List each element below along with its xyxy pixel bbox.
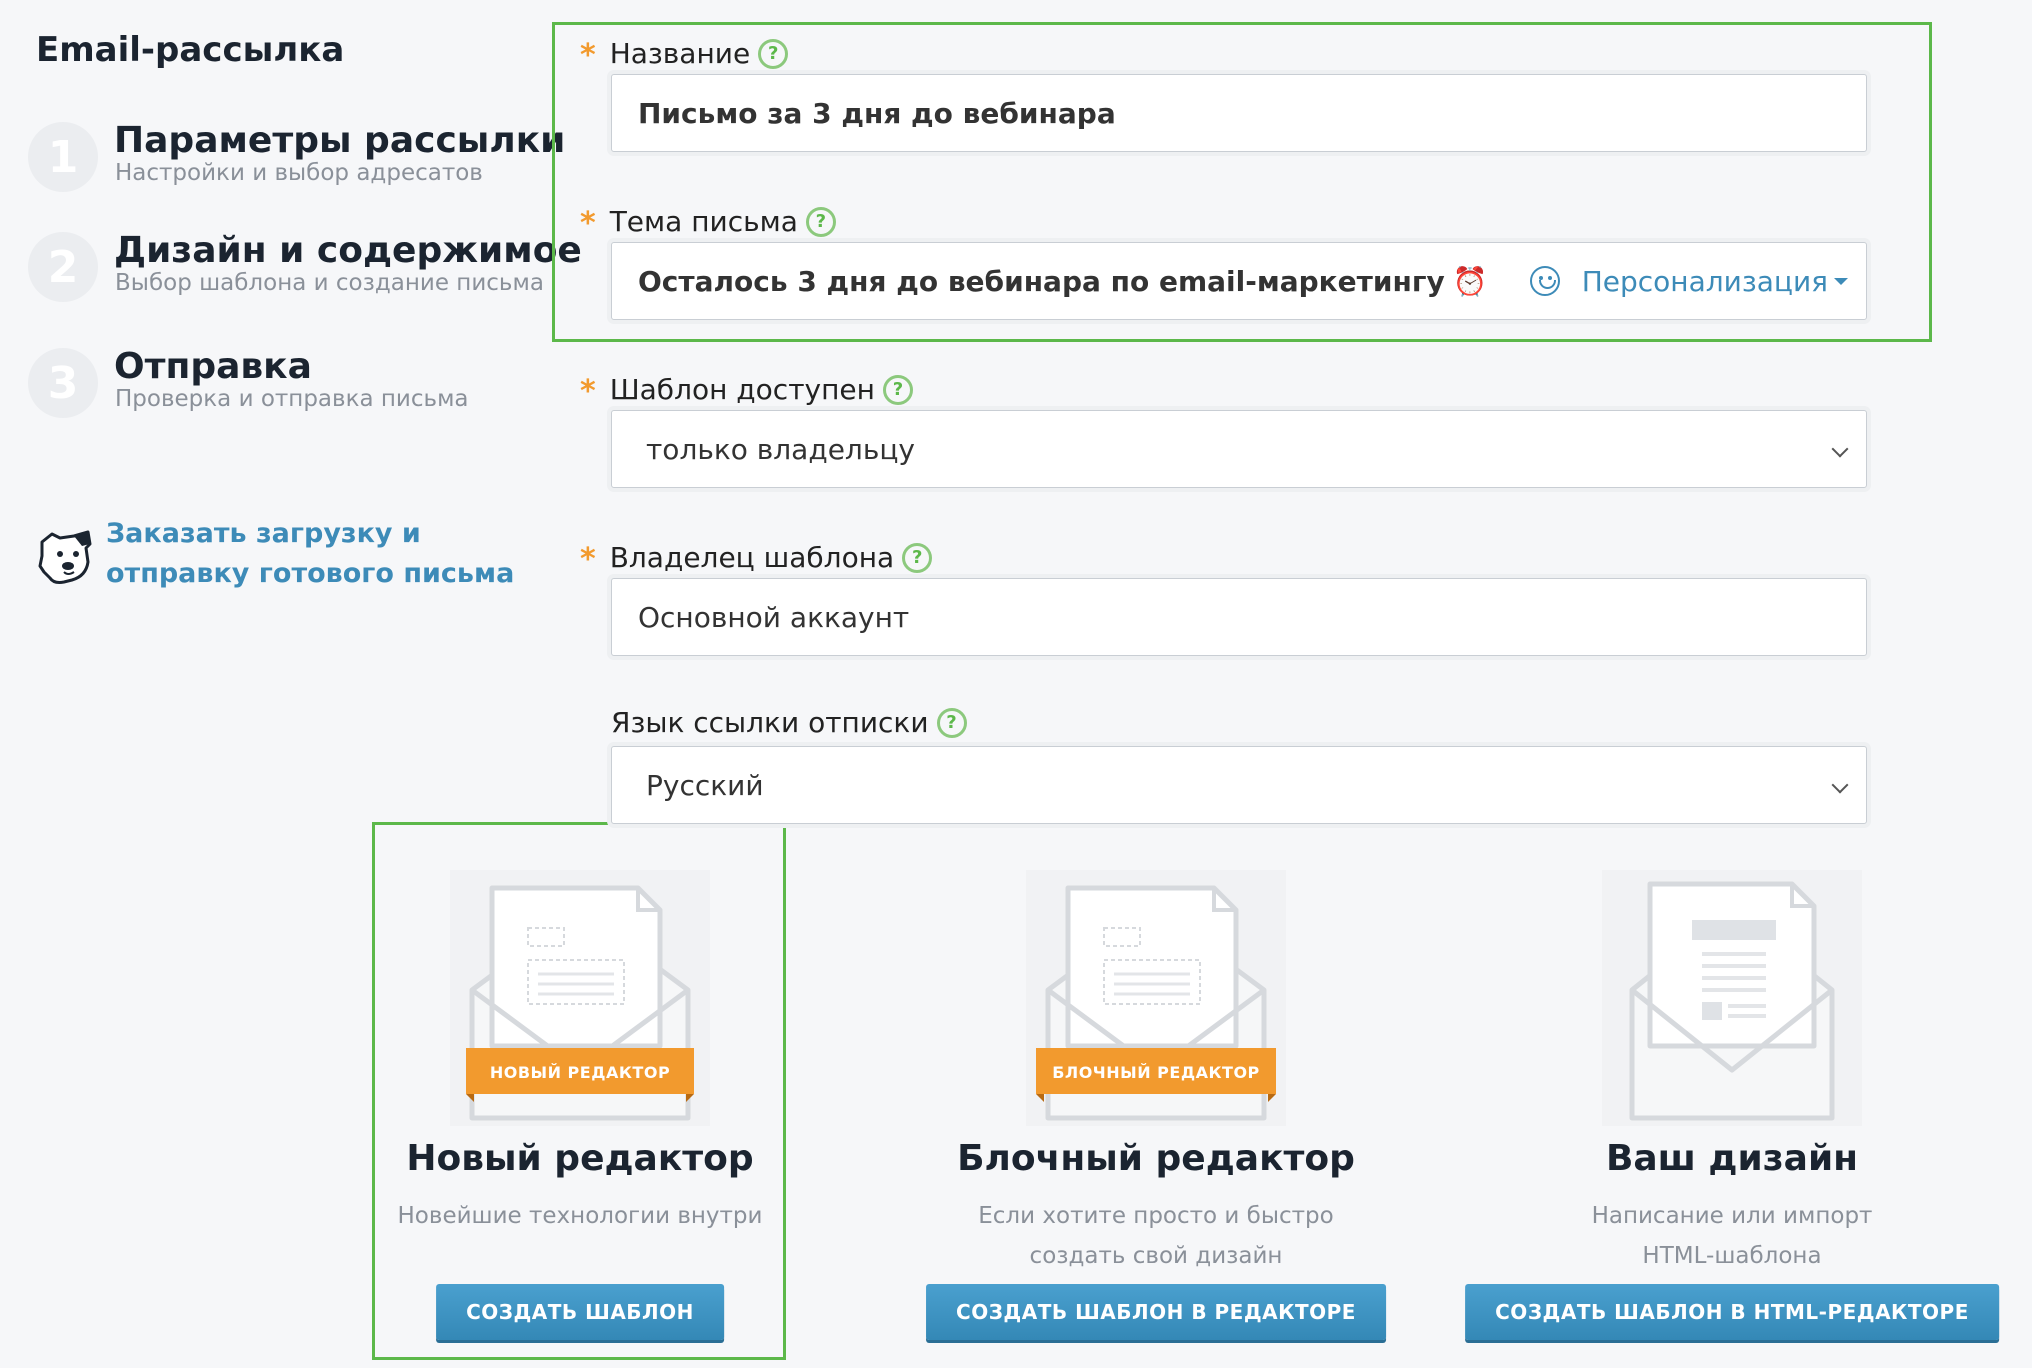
unsubscribe-lang-label: Язык ссылки отписки ? — [611, 706, 967, 739]
subject-input[interactable]: Осталось 3 дня до вебинара по email-марк… — [611, 242, 1867, 320]
template-access-label: * Шаблон доступен ? — [580, 370, 913, 409]
envelope-template-icon: НОВЫЙ РЕДАКТОР — [450, 870, 710, 1126]
create-in-html-editor-button[interactable]: СОЗДАТЬ ШАБЛОН В HTML-РЕДАКТОРЕ — [1465, 1284, 1999, 1340]
help-icon[interactable]: ? — [902, 542, 933, 573]
template-description-line: Написание или импорт — [1591, 1203, 1873, 1229]
required-mark: * — [580, 374, 596, 409]
help-icon[interactable]: ? — [882, 374, 913, 405]
template-description-line: Если хотите просто и быстро — [978, 1203, 1334, 1229]
step-title: Отправка — [114, 346, 312, 387]
template-badge: БЛОЧНЫЙ РЕДАКТОР — [1052, 1063, 1260, 1082]
template-owner-label-text: Владелец шаблона — [609, 541, 895, 574]
template-owner-label: * Владелец шаблона ? — [580, 538, 933, 577]
template-title: Ваш дизайн — [1605, 1138, 1859, 1179]
required-mark: * — [580, 542, 596, 577]
page-title: Email-рассылка — [36, 30, 345, 70]
template-access-label-text: Шаблон доступен — [609, 373, 875, 406]
name-label-text: Название — [609, 37, 751, 70]
unsubscribe-lang-select[interactable]: Русский — [611, 746, 1867, 824]
envelope-template-icon: БЛОЧНЫЙ РЕДАКТОР — [1026, 870, 1286, 1126]
template-description: Если хотите просто и быстро создать свой… — [896, 1196, 1416, 1276]
template-card-block-editor: БЛОЧНЫЙ РЕДАКТОР Блочный редактор Если х… — [896, 870, 1416, 1350]
step-design-content[interactable]: 2 Дизайн и содержимое Выбор шаблона и со… — [28, 230, 582, 312]
step-subtitle: Выбор шаблона и создание письма — [115, 270, 544, 296]
subject-label-text: Тема письма — [609, 205, 798, 238]
template-access-value: только владельцу — [646, 432, 915, 466]
subject-label: * Тема письма ? — [580, 202, 836, 241]
help-icon[interactable]: ? — [805, 206, 836, 237]
template-description-line: HTML-шаблона — [1642, 1243, 1822, 1269]
template-description-line: создать свой дизайн — [1029, 1243, 1283, 1269]
template-title: Новый редактор — [406, 1138, 754, 1179]
template-owner-value: Основной аккаунт — [638, 600, 910, 634]
step-subtitle: Настройки и выбор адресатов — [115, 160, 483, 186]
order-upload-link[interactable]: Заказать загрузку и отправку готового пи… — [34, 514, 554, 604]
caret-down-icon — [1834, 277, 1848, 285]
unsubscribe-lang-label-text: Язык ссылки отписки — [611, 706, 929, 739]
required-mark: * — [580, 206, 596, 241]
name-input[interactable]: Письмо за 3 дня до вебинара — [611, 74, 1867, 152]
step-campaign-settings[interactable]: 1 Параметры рассылки Настройки и выбор а… — [28, 120, 565, 202]
create-template-button[interactable]: СОЗДАТЬ ШАБЛОН — [436, 1284, 724, 1340]
template-badge: НОВЫЙ РЕДАКТОР — [490, 1063, 670, 1082]
step-title: Дизайн и содержимое — [114, 230, 582, 271]
chevron-down-icon — [1831, 440, 1849, 458]
template-description-line: Новейшие технологии внутри — [397, 1203, 763, 1229]
name-label: * Название ? — [580, 34, 789, 73]
template-owner-input[interactable]: Основной аккаунт — [611, 578, 1867, 656]
template-description: Новейшие технологии внутри — [320, 1196, 840, 1236]
help-icon[interactable]: ? — [758, 38, 789, 69]
required-mark: * — [580, 38, 596, 73]
template-access-select[interactable]: только владельцу — [611, 410, 1867, 488]
help-icon[interactable]: ? — [936, 707, 967, 738]
create-in-editor-button[interactable]: СОЗДАТЬ ШАБЛОН В РЕДАКТОРЕ — [926, 1284, 1386, 1340]
step-subtitle: Проверка и отправка письма — [115, 386, 469, 412]
template-description: Написание или импорт HTML-шаблона — [1472, 1196, 1992, 1276]
name-input-value: Письмо за 3 дня до вебинара — [638, 96, 1116, 130]
personalization-label[interactable]: Персонализация — [1582, 265, 1828, 298]
personalization-dropdown[interactable]: Персонализация — [1529, 243, 1848, 319]
alarm-clock-icon: ⏰ — [1452, 264, 1488, 298]
dog-mascot-icon — [38, 530, 92, 584]
envelope-html-icon — [1602, 870, 1862, 1126]
template-card-new-editor: НОВЫЙ РЕДАКТОР Новый редактор Новейшие т… — [320, 870, 840, 1350]
emoji-picker-icon[interactable] — [1529, 266, 1560, 296]
step-number: 3 — [28, 348, 98, 418]
chevron-down-icon — [1831, 776, 1849, 794]
step-number: 1 — [28, 122, 98, 192]
step-number: 2 — [28, 232, 98, 302]
unsubscribe-lang-value: Русский — [646, 768, 764, 802]
order-upload-link-label[interactable]: Заказать загрузку и отправку готового пи… — [106, 514, 546, 594]
step-title: Параметры рассылки — [114, 120, 566, 161]
template-title: Блочный редактор — [957, 1138, 1355, 1179]
subject-input-value: Осталось 3 дня до вебинара по email-марк… — [638, 264, 1445, 298]
template-card-your-design: Ваш дизайн Написание или импорт HTML-шаб… — [1465, 870, 1999, 1350]
step-sending[interactable]: 3 Отправка Проверка и отправка письма — [28, 346, 548, 428]
